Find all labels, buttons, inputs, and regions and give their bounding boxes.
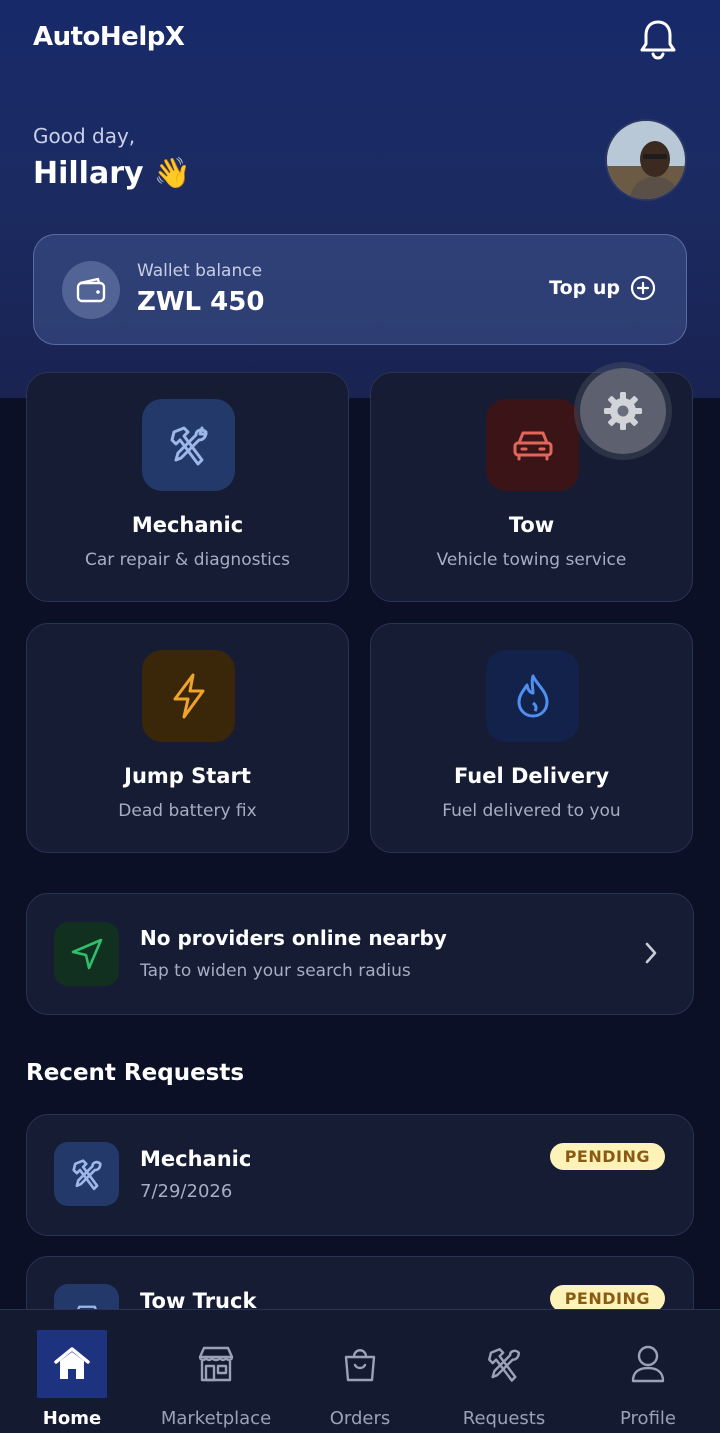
user-name-text: Hillary (33, 156, 144, 191)
status-badge: PENDING (549, 1143, 665, 1170)
nav-item-home[interactable]: Home (0, 1310, 144, 1433)
chevron-right-icon (643, 940, 659, 970)
request-title: Mechanic (140, 1147, 252, 1171)
nav-label: Orders (329, 1408, 391, 1429)
nav-item-orders[interactable]: Orders (288, 1310, 432, 1433)
service-card-jump-start[interactable]: Jump Start Dead battery fix (26, 623, 349, 853)
nav-item-profile[interactable]: Profile (576, 1310, 720, 1433)
wave-emoji: 👋 (153, 156, 191, 191)
wallet-label: Wallet balance (137, 261, 263, 281)
service-title: Tow (508, 513, 555, 537)
tools-icon (469, 1330, 539, 1398)
wallet-card[interactable]: Wallet balance ZWL 450 Top up (33, 234, 687, 345)
wallet-icon (62, 261, 120, 319)
top-up-button[interactable]: Top up (549, 275, 656, 301)
service-subtitle: Vehicle towing service (436, 550, 627, 570)
home-icon (37, 1330, 107, 1398)
nav-label: Marketplace (160, 1408, 272, 1429)
nav-label: Profile (620, 1408, 676, 1429)
shopping-bag-icon (325, 1330, 395, 1398)
top-up-label: Top up (549, 277, 620, 299)
nav-label: Home (42, 1408, 102, 1429)
flame-icon (486, 650, 579, 742)
notification-bell-icon[interactable] (638, 18, 678, 60)
service-subtitle: Car repair & diagnostics (84, 550, 291, 570)
wrench-hammer-icon (54, 1142, 119, 1206)
avatar[interactable] (605, 119, 687, 201)
service-title: Jump Start (124, 764, 251, 788)
nearby-subtitle: Tap to widen your search radius (140, 961, 411, 981)
request-item[interactable]: Mechanic 7/29/2026 PENDING (26, 1114, 694, 1236)
service-card-fuel-delivery[interactable]: Fuel Delivery Fuel delivered to you (370, 623, 693, 853)
nav-item-requests[interactable]: Requests (432, 1310, 576, 1433)
plus-circle-icon (630, 275, 656, 301)
greeting-text: Good day, (33, 124, 136, 148)
service-subtitle: Dead battery fix (118, 801, 257, 821)
app-title: AutoHelpX (33, 22, 185, 52)
wallet-amount: ZWL 450 (137, 287, 265, 317)
service-card-mechanic[interactable]: Mechanic Car repair & diagnostics (26, 372, 349, 602)
nearby-providers-card[interactable]: No providers online nearby Tap to widen … (26, 893, 694, 1015)
nav-label: Requests (462, 1408, 546, 1429)
car-icon (486, 399, 579, 491)
lightning-icon (142, 650, 235, 742)
nearby-title: No providers online nearby (140, 926, 447, 950)
status-badge: PENDING (549, 1285, 665, 1312)
recent-requests-heading: Recent Requests (26, 1060, 245, 1086)
bottom-navigation: Home Marketplace Orders Requests Profile (0, 1309, 720, 1433)
nav-item-marketplace[interactable]: Marketplace (144, 1310, 288, 1433)
service-title: Fuel Delivery (453, 764, 610, 788)
navigation-arrow-icon (54, 922, 119, 986)
store-icon (181, 1330, 251, 1398)
gear-icon (604, 392, 642, 430)
wrench-hammer-icon (142, 399, 235, 491)
request-date: 7/29/2026 (140, 1181, 233, 1202)
service-title: Mechanic (131, 513, 244, 537)
settings-fab[interactable] (580, 368, 666, 454)
service-subtitle: Fuel delivered to you (442, 801, 621, 821)
user-name: Hillary 👋 (33, 156, 191, 191)
user-icon (613, 1330, 683, 1398)
